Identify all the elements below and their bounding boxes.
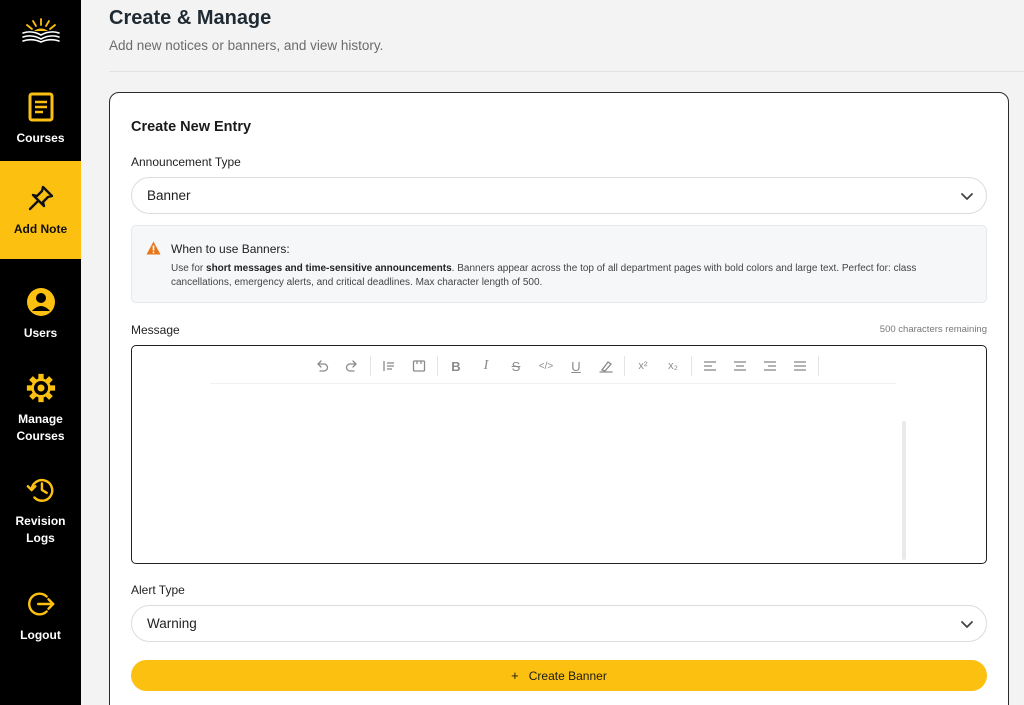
redo-icon[interactable] [337,355,367,377]
message-label: Message [131,323,180,337]
history-icon [26,475,56,505]
user-circle-icon [26,287,56,317]
card-title: Create New Entry [131,119,252,135]
strikethrough-button[interactable]: S [501,355,531,377]
blockquote-icon[interactable] [374,355,404,377]
editor-toolbar: B I S </> U x² x₂ [307,354,822,378]
page-title: Create & Manage [109,7,272,29]
divider [109,71,1024,72]
book-sunrise-icon [21,18,60,43]
create-banner-button[interactable]: + Create Banner [131,660,987,691]
alert-type-value: Warning [147,616,197,631]
chars-remaining: 500 characters remaining [879,324,987,335]
code-block-icon[interactable] [404,355,434,377]
main-content: Create & Manage Add new notices or banne… [81,0,1024,705]
chevron-down-icon [961,621,973,628]
toolbar-separator [818,356,819,376]
underline-button[interactable]: U [561,355,591,377]
announcement-type-label: Announcement Type [131,155,241,169]
toolbar-divider [210,383,896,384]
warning-icon [146,241,161,255]
sidebar-item-label: Manage Courses [16,412,65,443]
message-editor[interactable]: B I S </> U x² x₂ [131,345,987,564]
toolbar-separator [370,356,371,376]
alert-type-select[interactable]: Warning [131,605,987,642]
info-text-prefix: Use for [171,263,207,274]
sidebar-item-label: Revision Logs [15,514,66,545]
sidebar-item-revision-logs[interactable]: Revision Logs [0,470,81,552]
align-left-icon[interactable] [695,355,725,377]
logout-icon [26,589,56,619]
inline-code-button[interactable]: </> [531,355,561,377]
alert-type-label: Alert Type [131,583,185,597]
editor-scrollbar[interactable] [902,421,906,560]
plus-icon: + [511,668,519,683]
italic-button[interactable]: I [471,355,501,377]
gear-icon [26,373,56,403]
superscript-button[interactable]: x² [628,355,658,377]
sidebar-item-label: Logout [20,627,61,642]
chevron-down-icon [961,193,973,200]
toolbar-separator [437,356,438,376]
announcement-type-select[interactable]: Banner [131,177,987,214]
undo-icon[interactable] [307,355,337,377]
announcement-type-value: Banner [147,188,191,203]
subscript-button[interactable]: x₂ [658,355,688,377]
sidebar-item-courses[interactable]: Courses [0,85,81,153]
info-title: When to use Banners: [171,242,290,256]
highlight-icon[interactable] [591,355,621,377]
pin-icon [26,183,56,213]
info-text: Use for short messages and time-sensitiv… [171,262,971,290]
info-text-bold: short messages and time-sensitive announ… [206,263,452,274]
create-banner-label: Create Banner [528,668,607,683]
toolbar-separator [691,356,692,376]
align-center-icon[interactable] [725,355,755,377]
sidebar-item-manage-courses[interactable]: Manage Courses [0,368,81,450]
sidebar-item-label: Courses [16,130,65,145]
create-entry-card: Create New Entry Announcement Type Banne… [109,92,1009,705]
message-input-area[interactable] [152,391,892,551]
sidebar-item-add-note[interactable]: Add Note [0,161,81,259]
sidebar-item-logout[interactable]: Logout [0,582,81,650]
sidebar-item-users[interactable]: Users [0,280,81,348]
bold-button[interactable]: B [441,355,471,377]
align-right-icon[interactable] [755,355,785,377]
document-icon [26,92,56,122]
sidebar: Courses Add Note Users Manage Courses Re… [0,0,81,705]
align-justify-icon[interactable] [785,355,815,377]
banner-info-box: When to use Banners: Use for short messa… [131,225,987,303]
sidebar-item-label: Add Note [13,221,68,236]
logo[interactable] [0,12,81,48]
page-subtitle: Add new notices or banners, and view his… [109,38,384,53]
toolbar-separator [624,356,625,376]
sidebar-item-label: Users [23,325,58,340]
